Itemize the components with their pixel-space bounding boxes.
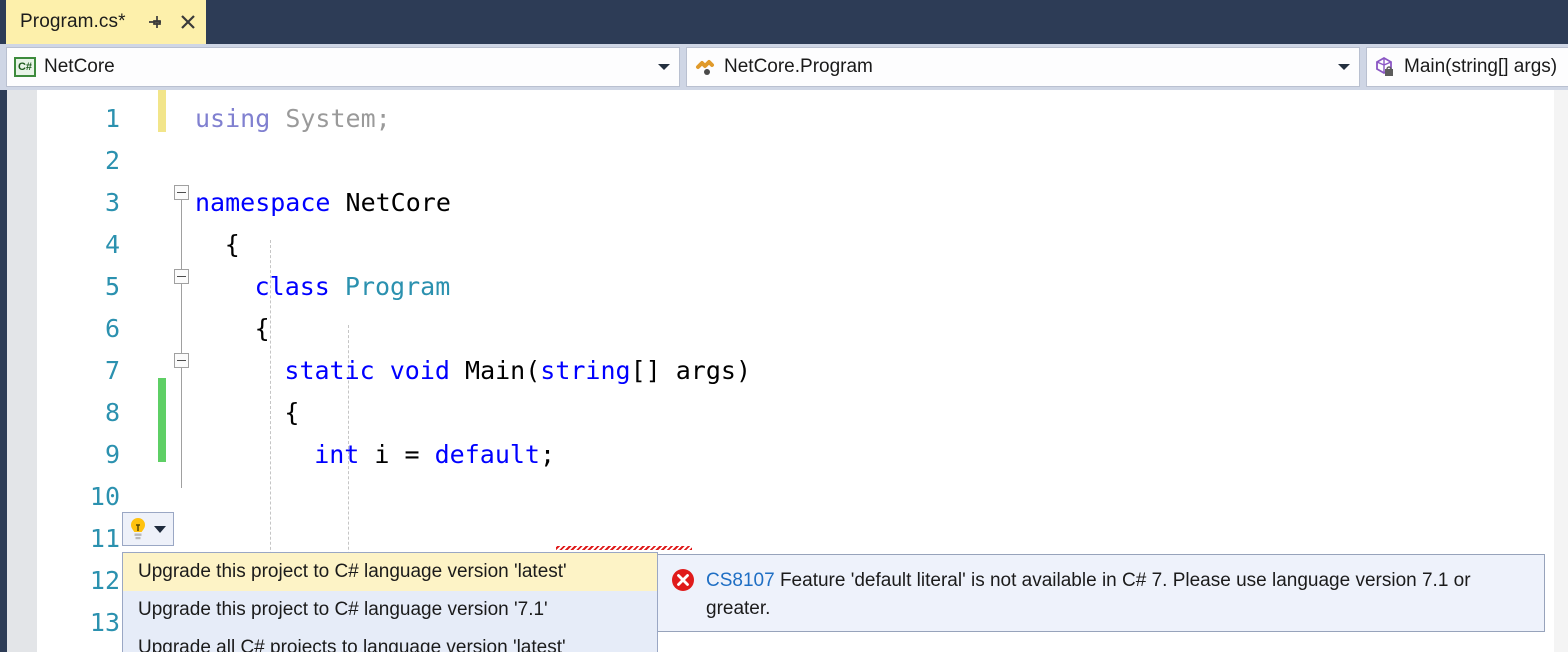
type-dropdown[interactable]: NetCore.Program [686, 47, 1360, 87]
chevron-down-icon[interactable] [154, 525, 166, 533]
code-token: [] args) [630, 356, 752, 385]
code-text[interactable]: namespace NetCore [195, 182, 451, 224]
code-token: { [254, 314, 270, 343]
csharp-project-icon: C# [14, 56, 36, 78]
code-token: using [195, 104, 286, 133]
quick-actions-menu[interactable]: Upgrade this project to C# language vers… [122, 552, 658, 652]
code-token: namespace [195, 188, 346, 217]
error-tooltip: CS8107 Feature 'default literal' is not … [655, 554, 1545, 632]
line-number: 7 [104, 356, 120, 385]
line-number: 8 [104, 398, 120, 427]
code-token: NetCore [345, 188, 451, 217]
code-line[interactable]: 10 [0, 476, 1568, 518]
line-number: 1 [104, 104, 120, 133]
code-line[interactable]: 8{ [0, 392, 1568, 434]
code-line[interactable]: 3 namespace NetCore [0, 182, 1568, 224]
navigation-bar: C# NetCore NetCore.Program Main(string[]… [0, 44, 1568, 90]
code-text[interactable]: { [284, 392, 299, 434]
code-token: class [254, 272, 345, 301]
code-text[interactable]: static void Main(string[] args) [284, 350, 751, 392]
code-line[interactable]: 6{ [0, 308, 1568, 350]
code-line[interactable]: 2 [0, 140, 1568, 182]
error-code: CS8107 [706, 570, 775, 591]
member-dropdown[interactable]: Main(string[] args) [1366, 47, 1568, 87]
line-number: 2 [104, 146, 120, 175]
quick-action-item-1[interactable]: Upgrade this project to C# language vers… [123, 591, 657, 629]
code-token: { [284, 398, 300, 427]
code-text[interactable]: { [225, 224, 240, 266]
project-dropdown-label: NetCore [44, 56, 115, 77]
code-line[interactable]: 1 using System; [0, 98, 1568, 140]
code-token: ; [539, 440, 556, 469]
code-line[interactable]: 7 static void Main(string[] args) [0, 350, 1568, 392]
visual-studio-editor-window: Program.cs* C# NetCore NetCore.Program M… [0, 0, 1568, 652]
code-text[interactable]: int i = default; [314, 434, 555, 476]
line-number: 9 [104, 440, 120, 469]
code-token: System; [285, 104, 391, 133]
code-text[interactable]: class Program [255, 266, 451, 308]
pin-icon[interactable] [146, 13, 164, 31]
line-number: 3 [104, 188, 120, 217]
code-token: Program [344, 272, 451, 301]
close-icon[interactable] [178, 12, 198, 32]
class-icon [694, 56, 716, 78]
code-token: int [314, 440, 375, 469]
error-squiggle [556, 546, 692, 550]
code-token: Main( [465, 356, 541, 385]
code-line[interactable]: 5 class Program [0, 266, 1568, 308]
code-editor[interactable]: 1 using System; 2 3 namespace NetCore 4{5 clas… [0, 90, 1568, 652]
tab-strip: Program.cs* [0, 0, 1568, 44]
code-token: { [224, 230, 240, 259]
code-token: default [434, 440, 540, 469]
lightbulb-icon [126, 516, 150, 542]
member-dropdown-label: Main(string[] args) [1404, 56, 1558, 77]
chevron-down-icon[interactable] [658, 64, 670, 70]
code-token: string [540, 356, 631, 385]
code-token: void [389, 356, 466, 385]
code-token: i = [374, 440, 435, 469]
error-icon [670, 567, 696, 593]
quick-action-item-2[interactable]: Upgrade all C# projects to language vers… [123, 629, 657, 652]
project-dropdown[interactable]: C# NetCore [6, 47, 680, 87]
line-number: 5 [104, 272, 120, 301]
line-number: 4 [104, 230, 120, 259]
quick-action-item-0[interactable]: Upgrade this project to C# language vers… [123, 553, 657, 591]
line-number: 12 [89, 566, 120, 595]
error-tooltip-text: CS8107 Feature 'default literal' is not … [706, 567, 1530, 623]
code-token: static [284, 356, 390, 385]
type-dropdown-label: NetCore.Program [724, 56, 873, 77]
tab-title: Program.cs* [20, 11, 126, 32]
quick-actions-lightbulb-button[interactable] [122, 512, 174, 546]
error-message: Feature 'default literal' is not availab… [706, 570, 1471, 619]
code-text[interactable]: using System; [195, 98, 391, 140]
line-number: 13 [89, 608, 120, 637]
method-private-icon [1374, 56, 1396, 78]
code-line[interactable]: 4{ [0, 224, 1568, 266]
code-text[interactable]: { [255, 308, 270, 350]
code-line[interactable]: 9 int i = default; [0, 434, 1568, 476]
line-number: 6 [104, 314, 120, 343]
chevron-down-icon[interactable] [1338, 64, 1350, 70]
line-number: 11 [89, 524, 120, 553]
line-number: 10 [89, 482, 120, 511]
tab-program-cs[interactable]: Program.cs* [6, 0, 206, 44]
